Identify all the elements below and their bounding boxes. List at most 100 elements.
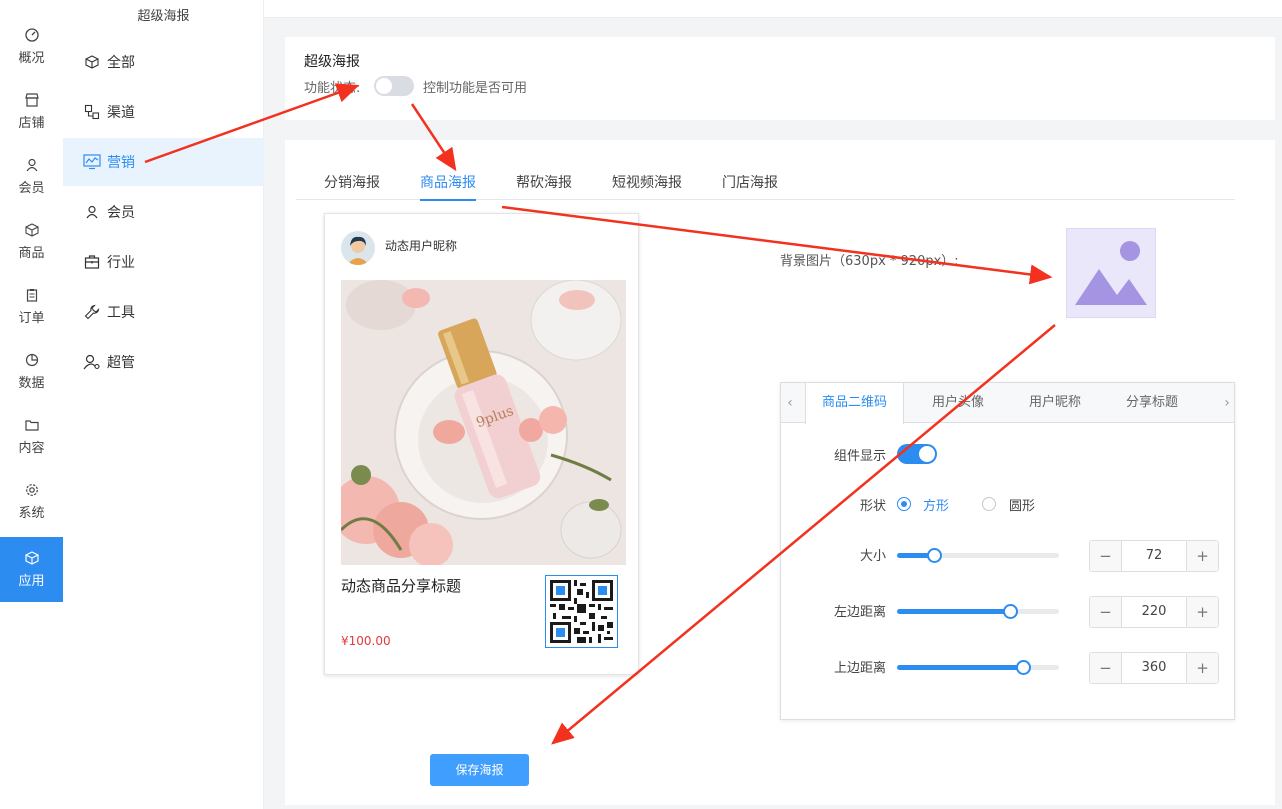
nav-item-label: 概况 bbox=[18, 50, 45, 66]
component-settings-panel: ‹ 商品二维码 用户头像 用户昵称 分享标题 › 组件显示 形状 方形 圆形 大… bbox=[780, 382, 1235, 720]
cube-icon bbox=[83, 53, 101, 71]
tab-product-qr-code[interactable]: 商品二维码 bbox=[805, 383, 905, 424]
shape-square-label[interactable]: 方形 bbox=[923, 495, 949, 514]
left-distance-decrease-button[interactable]: − bbox=[1090, 597, 1122, 627]
sidebar-item-industry[interactable]: 行业 bbox=[63, 238, 264, 286]
poster-preview: 动态用户昵称 9plus 动态商品分享标题 ¥100.00 bbox=[324, 213, 639, 675]
sidebar-item-all[interactable]: 全部 bbox=[63, 38, 264, 86]
product-qr-code[interactable] bbox=[545, 575, 618, 648]
tabs-scroll-right-icon[interactable]: › bbox=[1218, 383, 1236, 423]
size-label: 大小 bbox=[859, 549, 886, 564]
user-avatar[interactable] bbox=[341, 231, 375, 265]
tab-distribution-poster[interactable]: 分销海报 bbox=[324, 172, 380, 192]
tab-product-poster[interactable]: 商品海报 bbox=[420, 172, 476, 201]
gear-icon bbox=[24, 482, 40, 498]
left-distance-slider[interactable] bbox=[897, 604, 1059, 619]
wrench-icon bbox=[83, 303, 101, 321]
size-decrease-button[interactable]: − bbox=[1090, 541, 1122, 571]
top-distance-increase-button[interactable]: + bbox=[1186, 653, 1218, 683]
sidebar-item-label: 超管 bbox=[107, 355, 135, 371]
nav-item-member[interactable]: 会员 bbox=[0, 146, 63, 206]
store-icon bbox=[24, 92, 40, 108]
sidebar-item-label: 全部 bbox=[107, 55, 135, 71]
nav-item-label: 内容 bbox=[18, 440, 45, 456]
sidebar-item-label: 渠道 bbox=[107, 105, 135, 121]
clipboard-icon bbox=[24, 287, 40, 303]
feature-status-toggle[interactable] bbox=[374, 76, 414, 96]
component-display-label: 组件显示 bbox=[833, 449, 886, 464]
top-distance-decrease-button[interactable]: − bbox=[1090, 653, 1122, 683]
sidebar-item-admin[interactable]: 超管 bbox=[63, 338, 264, 386]
briefcase-icon bbox=[83, 253, 101, 271]
sidebar-item-label: 行业 bbox=[107, 255, 135, 271]
left-distance-increase-button[interactable]: + bbox=[1186, 597, 1218, 627]
slider-fill bbox=[897, 609, 1011, 614]
sidebar-item-channel[interactable]: 渠道 bbox=[63, 88, 264, 136]
shape-circle-label[interactable]: 圆形 bbox=[1009, 495, 1035, 514]
product-price: ¥100.00 bbox=[341, 634, 391, 648]
tab-user-avatar[interactable]: 用户头像 bbox=[932, 383, 984, 423]
sidebar-item-label: 营销 bbox=[107, 155, 135, 171]
left-distance-stepper: − 220 + bbox=[1089, 596, 1219, 628]
image-placeholder-icon bbox=[1075, 241, 1147, 305]
gauge-icon bbox=[24, 27, 40, 43]
feature-status-description: 控制功能是否可用 bbox=[423, 81, 528, 96]
component-tabs: ‹ 商品二维码 用户头像 用户昵称 分享标题 › bbox=[781, 383, 1236, 424]
sidebar-item-tools[interactable]: 工具 bbox=[63, 288, 264, 336]
feature-status-label: 功能状态: bbox=[304, 81, 361, 96]
tab-store-poster[interactable]: 门店海报 bbox=[722, 172, 778, 192]
nav-item-store[interactable]: 店铺 bbox=[0, 81, 63, 141]
poster-editor-card: 分销海报 商品海报 帮砍海报 短视频海报 门店海报 动态用户昵称 9plus 动… bbox=[285, 140, 1275, 805]
tab-bargain-poster[interactable]: 帮砍海报 bbox=[516, 172, 572, 192]
shape-square-radio[interactable] bbox=[897, 497, 911, 511]
top-header bbox=[264, 0, 1282, 18]
size-slider[interactable] bbox=[897, 548, 1059, 563]
top-distance-label: 上边距离 bbox=[833, 661, 886, 676]
left-distance-label: 左边距离 bbox=[833, 605, 886, 620]
nav-item-label: 会员 bbox=[18, 180, 45, 196]
secondary-sidebar: 超级海报 全部 渠道 营销 会员 行业 工具 超管 bbox=[63, 0, 264, 809]
size-input[interactable]: 72 bbox=[1122, 541, 1186, 571]
nav-item-content[interactable]: 内容 bbox=[0, 406, 63, 466]
top-distance-input[interactable]: 360 bbox=[1122, 653, 1186, 683]
slider-handle[interactable] bbox=[1016, 660, 1032, 675]
tabs-scroll-left-icon[interactable]: ‹ bbox=[781, 383, 799, 423]
background-image-upload[interactable] bbox=[1066, 228, 1156, 318]
save-poster-button[interactable]: 保存海报 bbox=[430, 754, 529, 786]
shape-circle-radio[interactable] bbox=[982, 497, 996, 511]
share-title[interactable]: 动态商品分享标题 bbox=[341, 575, 461, 596]
component-display-toggle[interactable] bbox=[897, 444, 937, 464]
toggle-knob bbox=[376, 78, 392, 94]
secondary-sidebar-title: 超级海报 bbox=[63, 0, 264, 34]
nav-item-data[interactable]: 数据 bbox=[0, 341, 63, 401]
slider-handle[interactable] bbox=[927, 548, 943, 563]
top-distance-stepper: − 360 + bbox=[1089, 652, 1219, 684]
user-nickname[interactable]: 动态用户昵称 bbox=[385, 237, 457, 254]
toggle-knob bbox=[919, 446, 935, 462]
nav-item-orders[interactable]: 订单 bbox=[0, 276, 63, 336]
box-icon bbox=[24, 222, 40, 238]
tab-short-video-poster[interactable]: 短视频海报 bbox=[612, 172, 682, 192]
sidebar-item-marketing[interactable]: 营销 bbox=[63, 138, 264, 186]
size-increase-button[interactable]: + bbox=[1186, 541, 1218, 571]
nav-item-label: 订单 bbox=[18, 310, 45, 326]
feature-status-card: 超级海报 功能状态: 控制功能是否可用 bbox=[285, 37, 1275, 120]
product-image[interactable]: 9plus bbox=[341, 280, 626, 565]
nav-item-goods[interactable]: 商品 bbox=[0, 211, 63, 271]
top-distance-slider[interactable] bbox=[897, 660, 1059, 675]
pie-chart-icon bbox=[24, 352, 40, 368]
tab-user-nickname[interactable]: 用户昵称 bbox=[1029, 383, 1081, 423]
tab-share-title[interactable]: 分享标题 bbox=[1126, 383, 1178, 423]
left-distance-input[interactable]: 220 bbox=[1122, 597, 1186, 627]
nav-item-overview[interactable]: 概况 bbox=[0, 16, 63, 76]
nav-item-label: 商品 bbox=[18, 245, 45, 261]
nav-item-apps[interactable]: 应用 bbox=[0, 537, 63, 602]
slider-handle[interactable] bbox=[1003, 604, 1019, 619]
nav-item-label: 数据 bbox=[18, 375, 45, 391]
nav-item-label: 应用 bbox=[18, 574, 45, 589]
sidebar-item-member[interactable]: 会员 bbox=[63, 188, 264, 236]
slider-fill bbox=[897, 665, 1024, 670]
admin-icon bbox=[83, 353, 101, 371]
nav-item-system[interactable]: 系统 bbox=[0, 471, 63, 531]
primary-sidebar: 概况 店铺 会员 商品 订单 数据 内容 系统 应用 bbox=[0, 0, 63, 809]
